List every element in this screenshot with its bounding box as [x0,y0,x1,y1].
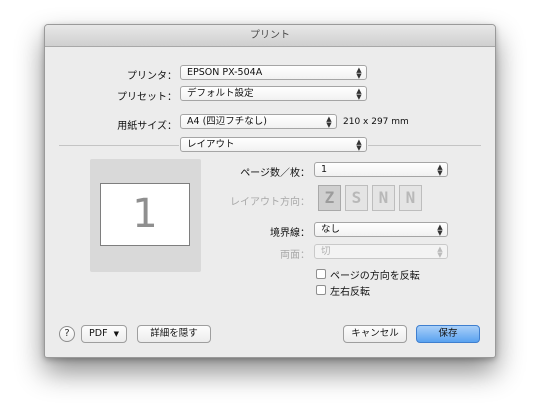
printer-value: EPSON PX-504A [187,67,263,78]
updown-arrows-icon: ▲ ▼ [356,87,362,101]
preset-label: プリセット： [117,92,177,103]
page-preview: 1 [90,159,201,272]
two-sided-label: 両面： [280,250,310,261]
updown-arrows-icon: ▲ ▼ [356,138,362,152]
pages-per-sheet-value: 1 [321,164,328,175]
printer-label: プリンタ： [127,71,177,82]
updown-arrows-icon: ▲ ▼ [437,245,443,259]
layout-direction-z-button[interactable]: Z [318,185,341,211]
window-title: プリント [45,25,495,47]
border-label: 境界線： [270,228,310,239]
updown-arrows-icon: ▲ ▼ [356,66,362,80]
layout-direction-s-button[interactable]: S [345,185,368,211]
print-button[interactable]: 保存 [416,325,480,343]
paper-size-label: 用紙サイズ： [117,121,177,132]
section-popup[interactable]: レイアウト ▲ ▼ [180,137,367,152]
paper-size-value: A4 (四辺フチなし) [187,116,267,127]
dropdown-arrow-icon: ▼ [113,330,119,338]
paper-size-popup[interactable]: A4 (四辺フチなし) ▲ ▼ [180,114,337,129]
preview-page-number: 1 [132,191,158,237]
paper-dimensions: 210 x 297 mm [343,117,409,127]
pages-per-sheet-popup[interactable]: 1 ▲ ▼ [314,162,448,177]
layout-direction-label: レイアウト方向： [230,197,310,208]
pages-per-sheet-label: ページ数／枚： [240,168,310,179]
flip-horizontal-label: 左右反転 [330,287,370,298]
layout-direction-n-button[interactable]: N [372,185,395,211]
flip-horizontal-checkbox[interactable] [316,285,326,295]
reverse-orientation-checkbox[interactable] [316,269,326,279]
updown-arrows-icon: ▲ ▼ [437,223,443,237]
layout-direction-n-reverse-button[interactable]: N [399,185,422,211]
two-sided-popup[interactable]: 切 ▲ ▼ [314,244,448,259]
section-divider-right [368,145,481,146]
help-button[interactable]: ? [59,326,75,342]
print-dialog: プリント プリンタ： EPSON PX-504A ▲ ▼ プリセット： デフォルト… [44,24,496,358]
pdf-menu-button[interactable]: PDF ▼ [81,325,127,343]
printer-popup[interactable]: EPSON PX-504A ▲ ▼ [180,65,367,80]
border-value: なし [321,224,341,235]
section-divider-left [59,145,179,146]
hide-details-button[interactable]: 詳細を隠す [137,325,211,343]
pdf-label: PDF [89,328,108,339]
updown-arrows-icon: ▲ ▼ [437,163,443,177]
cancel-button[interactable]: キャンセル [343,325,407,343]
reverse-orientation-label: ページの方向を反転 [330,271,420,282]
border-popup[interactable]: なし ▲ ▼ [314,222,448,237]
two-sided-value: 切 [321,246,331,257]
section-value: レイアウト [187,139,235,150]
updown-arrows-icon: ▲ ▼ [326,115,332,129]
preview-page: 1 [100,183,190,246]
preset-popup[interactable]: デフォルト設定 ▲ ▼ [180,86,367,101]
preset-value: デフォルト設定 [187,88,254,99]
